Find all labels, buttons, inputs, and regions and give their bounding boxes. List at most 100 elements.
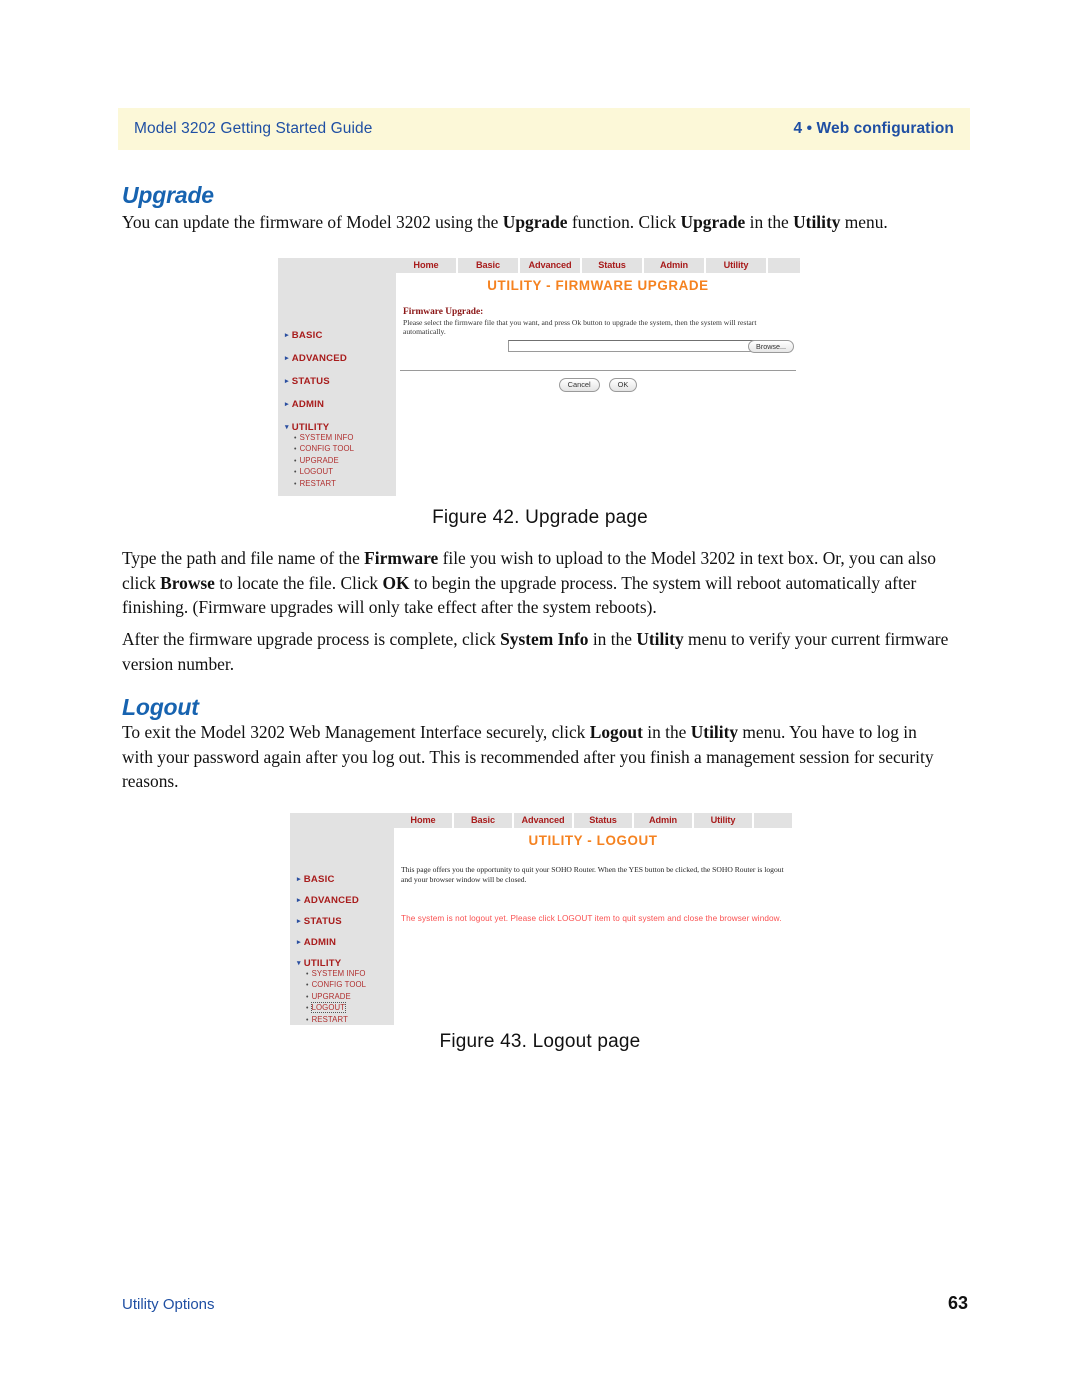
sidebar-subitem-logout[interactable]: • LOGOUT [306,1002,366,1014]
logout-description: This page offers you the opportunity to … [401,865,784,884]
sidebar-label-advanced: ADVANCED [291,353,347,364]
sidebar-label-utility: UTILITY [303,958,342,969]
chevron-down-icon: ▾ [297,959,301,967]
sidebar-item-utility[interactable]: ▾ UTILITY • SYSTEM INFO • CONFIG TOOL • UPGR… [285,422,354,490]
nav-tab-utility[interactable]: Utility [706,258,768,273]
figure-43-logout-page: ▸ BASIC ▸ ADVANCED ▸ STATUS ▸ ADMIN ▾ UTILITY… [290,813,792,1025]
chevron-right-icon: ▸ [297,875,301,883]
nav-tab-admin[interactable]: Admin [644,258,706,273]
sidebar-subitem-upgrade[interactable]: • UPGRADE [306,992,366,1003]
sidebar-sublabel-restart: RESTART [311,1014,348,1024]
sidebar-item-admin[interactable]: ▸ ADMIN [285,399,324,410]
sidebar-subitem-system-info[interactable]: • SYSTEM INFO [294,433,354,444]
sidebar-subitem-config-tool[interactable]: • CONFIG TOOL [294,444,354,455]
browse-button[interactable]: Browse... [748,340,794,353]
bullet-icon: • [294,446,297,454]
sidebar-item-basic[interactable]: ▸ BASIC [285,330,323,341]
paragraph-upgrade-instructions: Type the path and file name of the Firmw… [122,548,936,618]
section-heading-upgrade: Upgrade [122,182,214,208]
paragraph-upgrade-intro: You can update the firmware of Model 320… [122,212,888,232]
nav-tab-status[interactable]: Status [582,258,644,273]
firmware-file-input[interactable] [508,340,756,352]
bullet-icon: • [306,1005,309,1013]
sidebar-label-admin: ADMIN [291,399,325,410]
nav-tab-home[interactable]: Home [394,813,454,828]
footer-section-label: Utility Options [122,1296,215,1313]
figure-43-page-title: UTILITY - LOGOUT [528,833,658,848]
sidebar-sublabel-system-info: SYSTEM INFO [299,433,354,442]
chevron-right-icon: ▸ [285,377,289,385]
figure-42-caption: Figure 42. Upgrade page [432,507,648,528]
bullet-icon: • [306,993,309,1001]
sidebar-sublabel-config-tool: CONFIG TOOL [299,444,355,454]
bullet-icon: • [306,982,309,990]
sidebar-sublabel-upgrade: UPGRADE [311,991,351,1001]
bullet-icon: • [306,971,309,978]
content-divider [400,370,796,371]
nav-tab-home[interactable]: Home [396,258,458,273]
header-book-title: Model 3202 Getting Started Guide [134,120,373,137]
figure-42-page-title: UTILITY - FIRMWARE UPGRADE [487,278,709,293]
sidebar-item-advanced[interactable]: ▸ ADVANCED [285,353,347,364]
sidebar-label-status: STATUS [303,916,342,927]
sidebar-item-status[interactable]: ▸ STATUS [285,376,330,387]
figure-42-upgrade-page: ▸ BASIC ▸ ADVANCED ▸ STATUS ▸ ADMIN ▾ UTILITY… [278,258,800,496]
bullet-icon: • [294,435,297,442]
sidebar-subitem-restart[interactable]: • RESTART [306,1015,366,1025]
nav-tab-admin[interactable]: Admin [634,813,694,828]
sidebar-item-admin[interactable]: ▸ ADMIN [297,937,336,948]
firmware-file-row: Browse... [508,340,794,354]
bullet-icon: • [294,469,297,477]
sidebar-subitem-config-tool[interactable]: • CONFIG TOOL [306,980,366,991]
figure-42-navbar: Home Basic Advanced Status Admin Utility [396,258,800,273]
figure-43-sidebar: ▸ BASIC ▸ ADVANCED ▸ STATUS ▸ ADMIN ▾ UTILITY… [290,813,394,1025]
nav-tab-advanced[interactable]: Advanced [514,813,574,828]
sidebar-subitem-system-info[interactable]: • SYSTEM INFO [306,969,366,980]
chevron-right-icon: ▸ [285,354,289,362]
paragraph-logout-intro: To exit the Model 3202 Web Management In… [122,722,934,792]
figure-43-caption: Figure 43. Logout page [439,1031,641,1052]
sidebar-item-basic[interactable]: ▸ BASIC [297,874,335,885]
figure-42-action-buttons: Cancel OK [396,378,800,392]
ok-button[interactable]: OK [608,378,638,392]
cancel-button[interactable]: Cancel [558,378,600,392]
sidebar-sublabel-restart: RESTART [299,478,336,488]
sidebar-subitem-upgrade[interactable]: • UPGRADE [294,456,354,467]
sidebar-sublabel-logout: LOGOUT [310,1002,347,1014]
figure-43-navbar: Home Basic Advanced Status Admin Utility [394,813,792,828]
bullet-icon: • [294,457,297,465]
sidebar-item-utility[interactable]: ▾ UTILITY • SYSTEM INFO • CONFIG TOOL • UPGR… [297,958,366,1025]
chevron-right-icon: ▸ [285,400,289,408]
chevron-right-icon: ▸ [285,331,289,339]
sidebar-label-advanced: ADVANCED [303,895,359,906]
header-chapter-title: 4 • Web configuration [793,120,954,137]
sidebar-label-basic: BASIC [291,330,323,341]
sidebar-label-status: STATUS [291,376,330,387]
sidebar-subitem-logout[interactable]: • LOGOUT [294,467,354,478]
firmware-upgrade-label: Firmware Upgrade: [403,307,484,317]
bullet-icon: • [306,1016,309,1024]
bullet-icon: • [294,480,297,488]
page-number: 63 [947,1293,968,1313]
nav-tab-status[interactable]: Status [574,813,634,828]
nav-tab-basic[interactable]: Basic [458,258,520,273]
chevron-right-icon: ▸ [297,938,301,946]
sidebar-label-basic: BASIC [303,874,335,885]
chevron-down-icon: ▾ [285,423,289,431]
section-heading-logout: Logout [122,694,199,720]
figure-42-sidebar: ▸ BASIC ▸ ADVANCED ▸ STATUS ▸ ADMIN ▾ UTILITY… [278,258,396,496]
figure-43-content: Home Basic Advanced Status Admin Utility… [394,813,792,1025]
sidebar-item-status[interactable]: ▸ STATUS [297,916,342,927]
sidebar-label-utility: UTILITY [291,422,330,433]
nav-tab-advanced[interactable]: Advanced [520,258,582,273]
sidebar-label-admin: ADMIN [303,937,337,948]
sidebar-item-advanced[interactable]: ▸ ADVANCED [297,895,359,906]
firmware-upgrade-description: Please select the firmware file that you… [403,318,757,336]
figure-42-content: Home Basic Advanced Status Admin Utility… [396,258,800,496]
chevron-right-icon: ▸ [297,917,301,925]
sidebar-sublabel-system-info: SYSTEM INFO [311,969,366,978]
nav-tab-utility[interactable]: Utility [694,813,754,828]
nav-tab-basic[interactable]: Basic [454,813,514,828]
chevron-right-icon: ▸ [297,896,301,904]
sidebar-subitem-restart[interactable]: • RESTART [294,479,354,490]
